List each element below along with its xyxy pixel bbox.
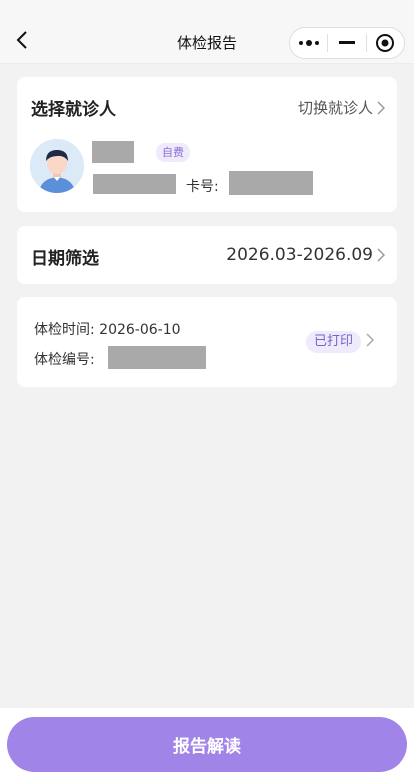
chevron-right-icon bbox=[377, 100, 385, 115]
mini-program-capsule bbox=[289, 27, 405, 59]
close-circle-icon bbox=[376, 34, 395, 52]
close-button[interactable] bbox=[367, 27, 404, 59]
report-list-item[interactable]: 体检时间: 2026-06-10 体检编号: 已打印 bbox=[17, 297, 397, 387]
user-avatar-icon bbox=[30, 139, 84, 193]
minimize-button[interactable] bbox=[328, 27, 365, 59]
exam-number-row: 体检编号: bbox=[34, 349, 95, 369]
chevron-right-icon bbox=[366, 333, 374, 347]
date-range-text: 2026.03-2026.09 bbox=[226, 245, 373, 265]
avatar bbox=[30, 139, 84, 193]
patient-id-redacted bbox=[93, 174, 176, 194]
patient-section-title: 选择就诊人 bbox=[31, 100, 116, 120]
card-number-redacted bbox=[229, 171, 313, 195]
more-dots-icon bbox=[298, 40, 319, 46]
print-status-badge: 已打印 bbox=[306, 331, 362, 353]
switch-patient-link[interactable]: 切换就诊人 bbox=[298, 97, 385, 118]
more-button[interactable] bbox=[290, 27, 327, 59]
payment-type-tag: 自费 bbox=[156, 143, 190, 162]
date-range-value[interactable]: 2026.03-2026.09 bbox=[226, 245, 385, 265]
navigation-bar: 体检报告 bbox=[0, 0, 414, 64]
chevron-right-icon bbox=[377, 248, 385, 262]
exam-number-label: 体检编号: bbox=[34, 352, 95, 368]
date-filter-card[interactable]: 日期筛选 2026.03-2026.09 bbox=[17, 226, 397, 284]
patient-card: 选择就诊人 切换就诊人 自费 卡号: bbox=[17, 77, 397, 212]
card-number-label: 卡号: bbox=[186, 179, 219, 195]
exam-number-redacted bbox=[108, 346, 206, 369]
patient-name-redacted bbox=[92, 141, 134, 163]
report-interpret-button[interactable]: 报告解读 bbox=[7, 717, 407, 772]
exam-time-label: 体检时间: bbox=[34, 322, 95, 338]
date-filter-label: 日期筛选 bbox=[31, 249, 99, 269]
exam-time-value: 2026-06-10 bbox=[99, 322, 181, 338]
bottom-action-bar: 报告解读 bbox=[0, 708, 414, 780]
switch-patient-label: 切换就诊人 bbox=[297, 99, 373, 117]
exam-time-row: 体检时间: 2026-06-10 bbox=[34, 319, 181, 339]
minimize-icon bbox=[339, 41, 355, 44]
